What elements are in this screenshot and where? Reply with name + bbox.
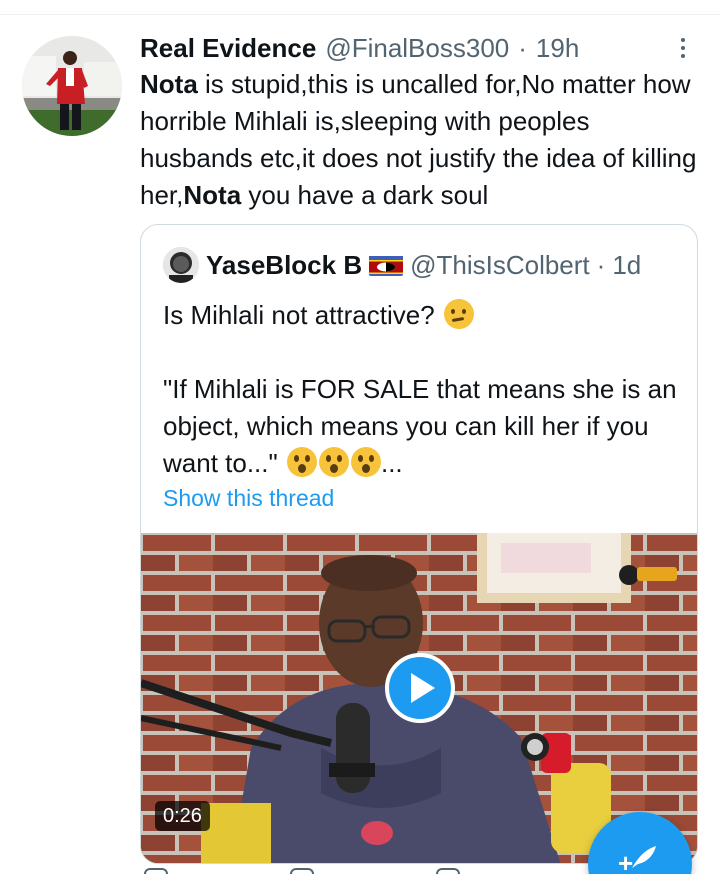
- play-button[interactable]: [385, 653, 455, 723]
- author-avatar[interactable]: [22, 36, 122, 136]
- more-options-button[interactable]: [670, 33, 696, 63]
- thinking-face-emoji-icon: [443, 299, 474, 329]
- top-divider: [0, 14, 720, 15]
- quoted-tweet-text-line1: Is Mihlali not attractive?: [163, 297, 683, 334]
- reply-icon[interactable]: [144, 868, 168, 874]
- quoted-author-name[interactable]: YaseBlock B: [206, 250, 362, 281]
- more-dot-icon: [681, 38, 685, 42]
- quoted-author-handle[interactable]: @ThisIsColbert: [410, 250, 590, 281]
- tweet-text-bold: Nota: [140, 69, 198, 99]
- astonished-face-emoji-icon: [318, 447, 349, 477]
- quoted-text-ellipsis: ...: [380, 448, 403, 478]
- quoted-tweet-card[interactable]: YaseBlock B @ThisIsColbert · 1d Is Mihla…: [140, 224, 698, 864]
- tweet-text: Nota is stupid,this is uncalled for,No m…: [140, 66, 700, 214]
- feather-icon: [632, 846, 656, 868]
- quoted-text-quote: "If Mihlali is FOR SALE that means she i…: [163, 374, 677, 478]
- author-handle[interactable]: @FinalBoss300: [325, 33, 509, 64]
- retweet-icon[interactable]: [290, 868, 314, 874]
- author-name[interactable]: Real Evidence: [140, 33, 316, 64]
- astonished-face-emoji-icon: [286, 447, 317, 477]
- astonished-face-emoji-icon: [350, 447, 381, 477]
- more-dot-icon: [681, 54, 685, 58]
- tweet-header: Real Evidence @FinalBoss300 · 19h: [140, 30, 579, 66]
- tweet-text-segment: you have a dark soul: [241, 180, 489, 210]
- like-icon[interactable]: [436, 868, 460, 874]
- tweet-text-bold: Nota: [183, 180, 242, 210]
- quoted-header-separator: ·: [596, 249, 606, 280]
- quoted-text-question: Is Mihlali not attractive?: [163, 300, 435, 330]
- quoted-tweet-text-line2: "If Mihlali is FOR SALE that means she i…: [163, 371, 683, 482]
- video-duration-badge: 0:26: [155, 801, 210, 831]
- eswatini-flag-icon: [369, 254, 404, 276]
- tweet-timestamp[interactable]: 19h: [536, 33, 579, 64]
- header-separator: ·: [518, 32, 527, 63]
- quoted-tweet-header: YaseBlock B @ThisIsColbert · 1d: [163, 247, 641, 283]
- video-thumbnail[interactable]: 0:26: [141, 533, 697, 863]
- show-thread-link[interactable]: Show this thread: [163, 485, 334, 512]
- quoted-author-avatar[interactable]: [163, 247, 199, 283]
- more-dot-icon: [681, 46, 685, 50]
- quoted-tweet-timestamp[interactable]: 1d: [612, 250, 641, 281]
- tweet-action-bar: [140, 862, 580, 874]
